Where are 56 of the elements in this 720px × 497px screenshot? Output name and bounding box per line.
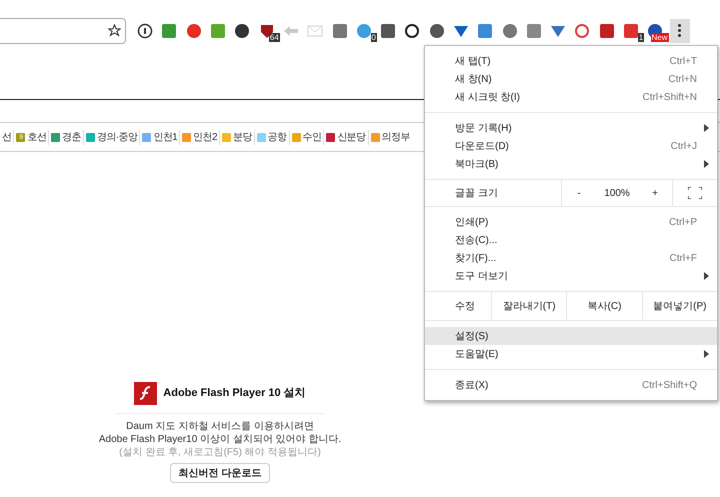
menu-item[interactable]: 다운로드(D) Ctrl+J (425, 137, 717, 155)
shortcut-label: Ctrl+Shift+N (642, 90, 698, 104)
line-label[interactable]: 공항 (268, 130, 287, 144)
flash-message: Adobe Flash Player10 이상이 설치되어 있어야 합니다. (98, 433, 342, 446)
menu-item[interactable]: 새 탭(T) Ctrl+T (425, 52, 717, 70)
extension-badge: 64 (268, 32, 280, 42)
menu-item[interactable]: 새 시크릿 창(I) Ctrl+Shift+N (425, 88, 717, 106)
flash-note: (설치 완료 후, 새로고침(F5) 해야 적용됩니다) (119, 446, 321, 459)
line-label[interactable]: 인천2 (193, 130, 217, 144)
zoom-in-button[interactable]: + (638, 180, 672, 206)
line-label[interactable]: 경의·중앙 (97, 130, 138, 144)
menu-item[interactable]: 도움말(E) (425, 345, 717, 363)
line-label[interactable]: 호선 (27, 130, 46, 144)
extension-icon[interactable] (380, 22, 396, 38)
menu-item[interactable]: 찾기(F)... Ctrl+F (425, 249, 717, 267)
shortcut-label: Ctrl+T (670, 54, 698, 68)
line-label[interactable]: 신분당 (337, 130, 366, 144)
menu-item[interactable]: 인쇄(P) Ctrl+P (425, 213, 717, 231)
extension-icon[interactable] (234, 22, 250, 38)
extension-badge: 0 (370, 32, 377, 42)
extension-icon[interactable] (404, 22, 420, 38)
menu-button[interactable] (670, 18, 690, 42)
menu-item[interactable]: 설정(S) (425, 327, 717, 345)
shortcut-label: Ctrl+N (668, 72, 698, 86)
star-icon[interactable] (108, 24, 121, 37)
line-label[interactable]: 경춘 (62, 130, 82, 144)
shortcut-label: Ctrl+P (668, 216, 698, 230)
download-button[interactable]: 최신버전 다운로드 (170, 463, 270, 483)
flash-message: Daum 지도 지하철 서비스를 이용하시려면 (126, 420, 314, 433)
extension-badge: 1 (638, 32, 644, 42)
menu-label: 글꼴 크기 (454, 186, 499, 200)
extension-icon[interactable] (623, 22, 640, 38)
menu-item[interactable]: 방문 기록(H) (425, 119, 717, 137)
menu-item[interactable]: 종료(X) Ctrl+Shift+Q (425, 376, 717, 394)
extension-icon[interactable] (598, 22, 615, 38)
line-label[interactable]: 선 (2, 130, 12, 144)
zoom-level: 100% (603, 186, 631, 200)
line-label[interactable]: 의정부 (382, 130, 410, 144)
extension-icon[interactable] (137, 22, 154, 38)
menu-item[interactable]: 도구 더보기 (425, 267, 717, 285)
menu-label: 수정 (454, 300, 476, 314)
line-label[interactable]: 분당 (232, 130, 252, 144)
shortcut-label: Ctrl+F (670, 252, 698, 266)
extension-icon[interactable] (428, 22, 445, 38)
line-label[interactable]: 수인 (302, 130, 322, 144)
line-label[interactable]: 인천1 (153, 130, 178, 144)
flash-title: Adobe Flash Player 10 설치 (163, 386, 306, 402)
extension-badge: New (650, 32, 669, 42)
menu-item[interactable]: 전송(C)... (425, 231, 717, 249)
zoom-out-button[interactable]: - (562, 180, 596, 206)
menu-item[interactable]: 새 창(N) Ctrl+N (425, 70, 717, 88)
shortcut-label: Ctrl+Shift+Q (642, 378, 698, 392)
fullscreen-icon[interactable] (688, 187, 702, 199)
flash-logo-icon (134, 382, 158, 405)
shortcut-label: Ctrl+J (670, 140, 698, 154)
menu-item[interactable]: 북마크(B) (425, 155, 717, 173)
